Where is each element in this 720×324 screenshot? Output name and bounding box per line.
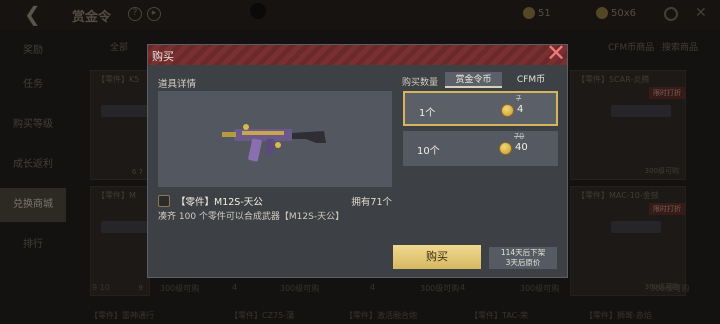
expiry-remove-text: 114天后下架 xyxy=(500,248,546,257)
weapon-image xyxy=(222,124,326,162)
close-dialog-icon[interactable]: ✕ xyxy=(544,41,568,67)
purchase-dialog: 购买 ✕ 道具详情 【零件】M12S-天公 拥有71个 凑齐 100 个零件可以… xyxy=(147,41,568,278)
quantity-label: 购买数量 xyxy=(402,78,439,88)
dialog-title: 购买 xyxy=(152,50,174,63)
discount-price: 40 xyxy=(515,142,528,153)
tab-cfm-coin[interactable]: CFM币 xyxy=(505,72,557,88)
option-1-item[interactable]: 1个 7 4 xyxy=(403,91,558,126)
item-details-label: 道具详情 xyxy=(158,79,197,90)
original-price: 7 xyxy=(516,94,522,103)
item-info-row: 【零件】M12S-天公 拥有71个 xyxy=(158,194,392,208)
item-name: 【零件】M12S-天公 xyxy=(176,197,263,208)
buy-button[interactable]: 购买 xyxy=(393,245,481,269)
item-description: 凑齐 100 个零件可以合成武器【M12S-天公】 xyxy=(158,212,345,222)
item-preview xyxy=(158,91,392,187)
discount-price: 4 xyxy=(517,104,524,115)
dialog-header: 购买 xyxy=(148,45,567,65)
coin-icon xyxy=(501,104,514,117)
owned-count: 拥有71个 xyxy=(351,197,392,208)
option-quantity: 10个 xyxy=(417,146,440,157)
original-price: 70 xyxy=(514,132,525,141)
option-quantity: 1个 xyxy=(419,108,436,119)
expiry-price-text: 3天后原价 xyxy=(505,258,541,267)
tab-bounty-coin[interactable]: 赏金令币 xyxy=(445,72,502,88)
part-icon xyxy=(158,195,170,207)
option-10-items[interactable]: 10个 70 40 xyxy=(403,131,558,166)
coin-icon xyxy=(499,142,512,155)
expiry-info: 114天后下架 3天后原价 xyxy=(489,247,557,269)
